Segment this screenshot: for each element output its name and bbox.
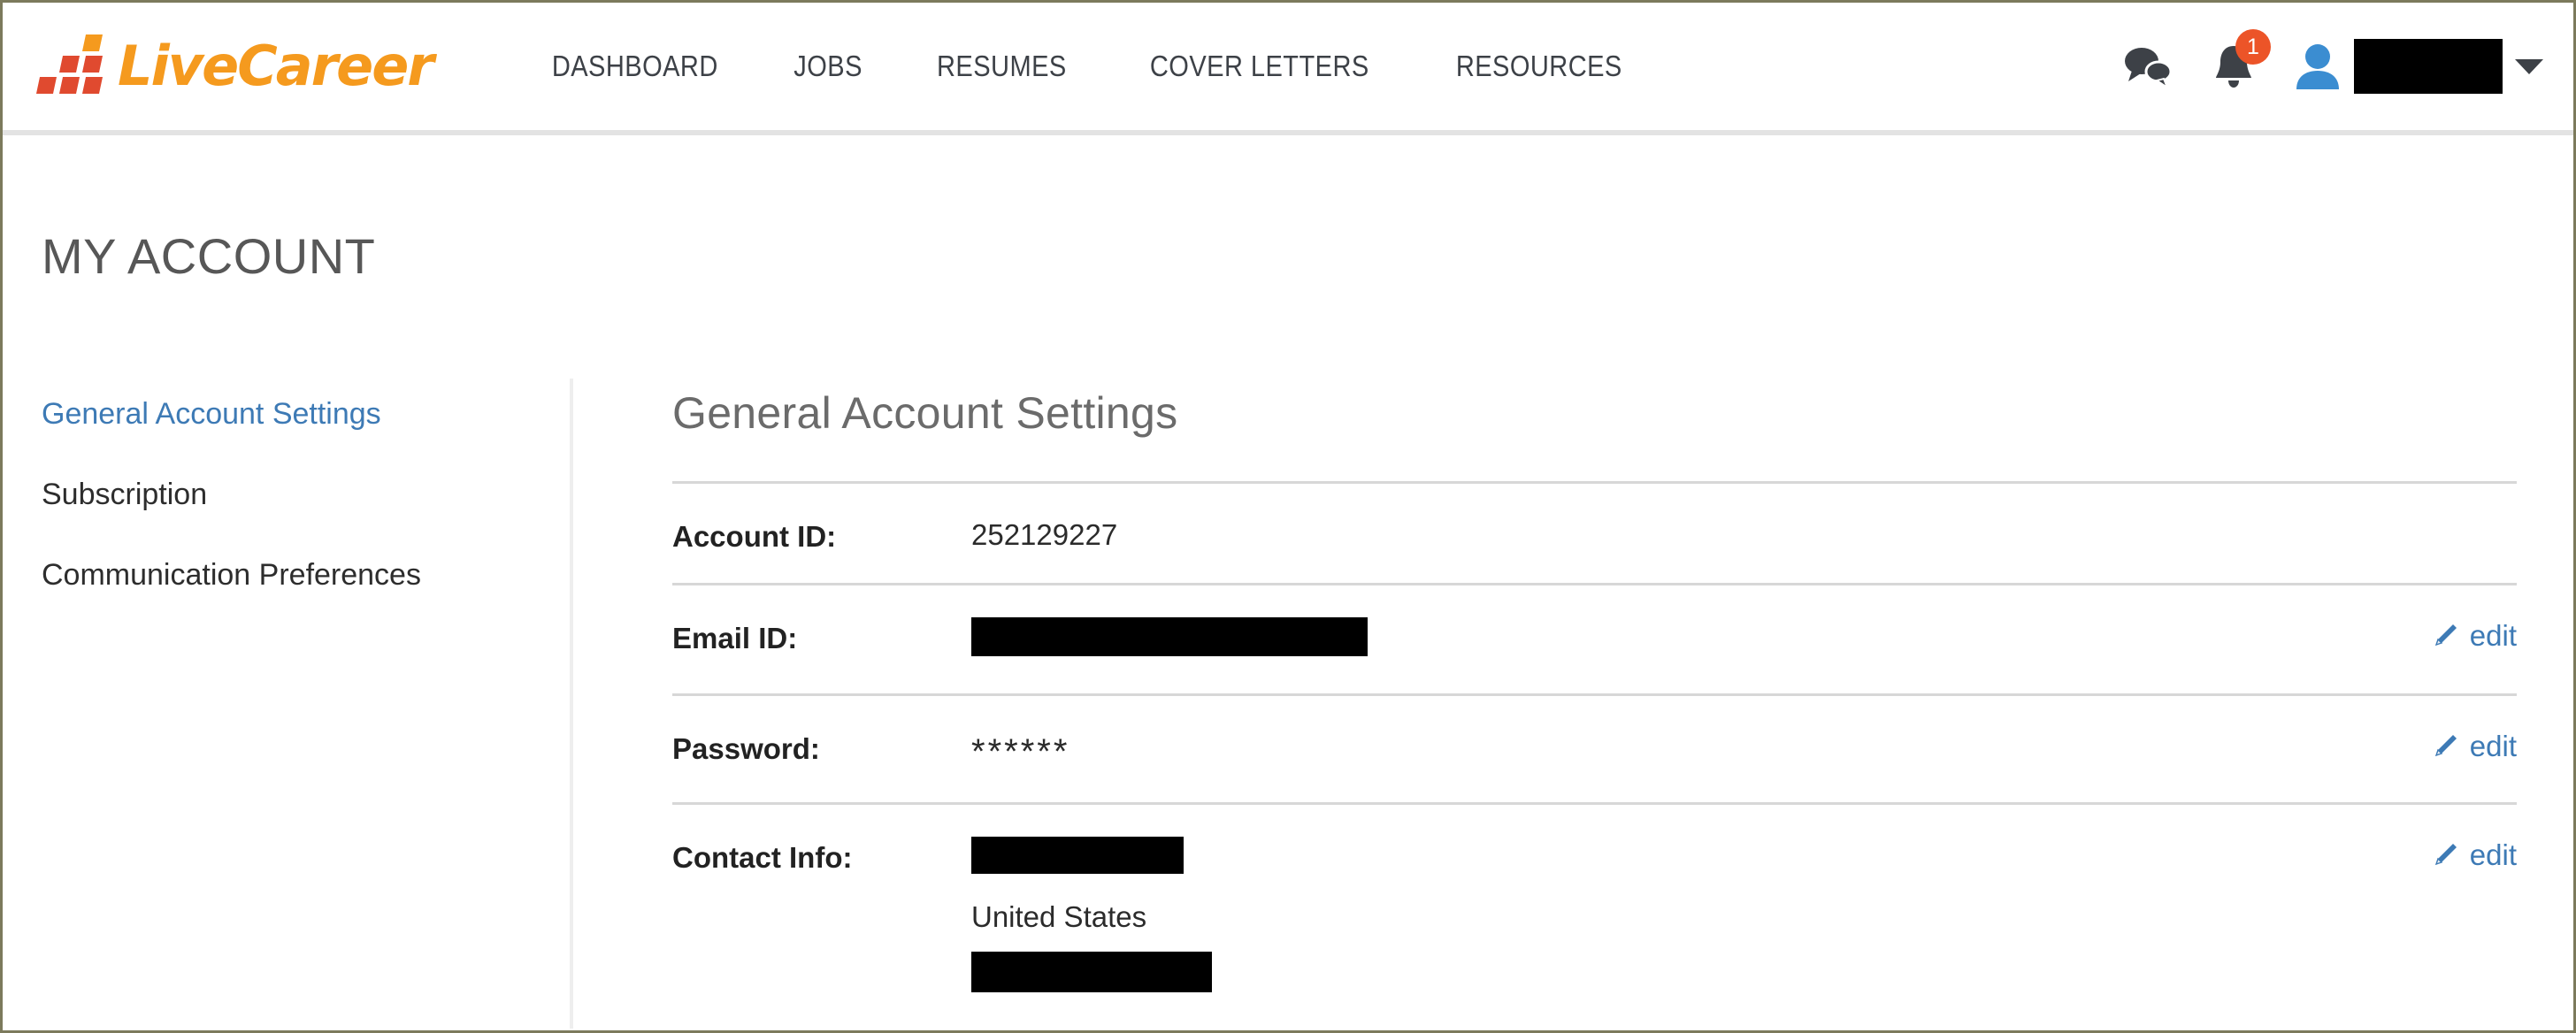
nav-item-jobs[interactable]: JOBS [768,50,889,83]
row-label: Password: [672,731,820,765]
contact-country-line: United States [971,900,1147,934]
notifications-button[interactable]: 1 [2191,24,2276,109]
edit-label: edit [2469,729,2517,762]
password-value: ****** [971,731,1070,771]
email-redacted [971,617,1368,656]
sidebar-item-subscription[interactable]: Subscription [42,477,570,513]
page-body: General Account Settings Subscription Co… [3,379,2573,1029]
nav-item-resources[interactable]: RESOURCES [1430,50,1649,83]
nav-item-resumes[interactable]: RESUMES [910,50,1093,83]
settings-panel: General Account Settings Account ID: 252… [573,379,2573,1029]
site-header: LiveCareer DASHBOARD JOBS RESUMES COVER … [3,3,2573,130]
edit-label: edit [2469,619,2517,652]
username-redacted [2354,39,2503,94]
account-id-value: 252129227 [971,518,1118,551]
row-contact-info: Contact Info: United States edit [672,805,2517,1029]
row-email-id: Email ID: edit [672,585,2517,693]
page-root: LiveCareer DASHBOARD JOBS RESUMES COVER … [0,0,2576,1033]
contact-phone-line [971,951,2431,1003]
settings-heading: General Account Settings [672,388,1178,438]
pencil-icon [2434,843,2457,865]
page-title: MY ACCOUNT [42,228,376,284]
pencil-icon [2434,734,2457,756]
nav-item-dashboard[interactable]: DASHBOARD [525,50,745,83]
row-label: Contact Info: [672,840,853,874]
contact-name-line [971,836,2431,884]
row-account-id: Account ID: 252129227 [672,484,2517,583]
logo-squares-icon [35,34,114,98]
sidebar-item-general-account-settings[interactable]: General Account Settings [42,396,570,432]
edit-password-button[interactable]: edit [2431,728,2517,763]
account-sidebar: General Account Settings Subscription Co… [3,379,573,1029]
row-label: Email ID: [672,622,798,654]
chevron-down-icon[interactable] [2515,58,2543,74]
notification-badge: 1 [2235,29,2271,65]
livecareer-logo[interactable]: LiveCareer [35,27,434,106]
messages-button[interactable] [2106,24,2191,109]
account-menu[interactable] [2294,39,2543,94]
contact-phone-redacted [971,951,1212,992]
edit-contact-info-button[interactable]: edit [2431,837,2517,872]
person-icon [2296,44,2339,89]
contact-info-value: United States [971,836,2431,1003]
row-password: Password: ****** edit [672,696,2517,802]
logo-wordmark: LiveCareer [118,34,434,98]
pencil-icon [2434,624,2457,647]
sidebar-item-communication-preferences[interactable]: Communication Preferences [42,557,570,593]
nav-item-cover-letters[interactable]: COVER LETTERS [1123,50,1396,83]
email-id-value [971,617,2431,667]
header-divider [3,130,2573,135]
main-navigation: DASHBOARD JOBS RESUMES COVER LETTERS RES… [510,50,1664,83]
chat-bubbles-icon [2125,48,2173,88]
edit-email-button[interactable]: edit [2431,617,2517,653]
edit-label: edit [2469,838,2517,871]
header-actions: 1 [2106,24,2573,109]
row-label: Account ID: [672,520,837,553]
contact-name-redacted [971,836,1184,874]
